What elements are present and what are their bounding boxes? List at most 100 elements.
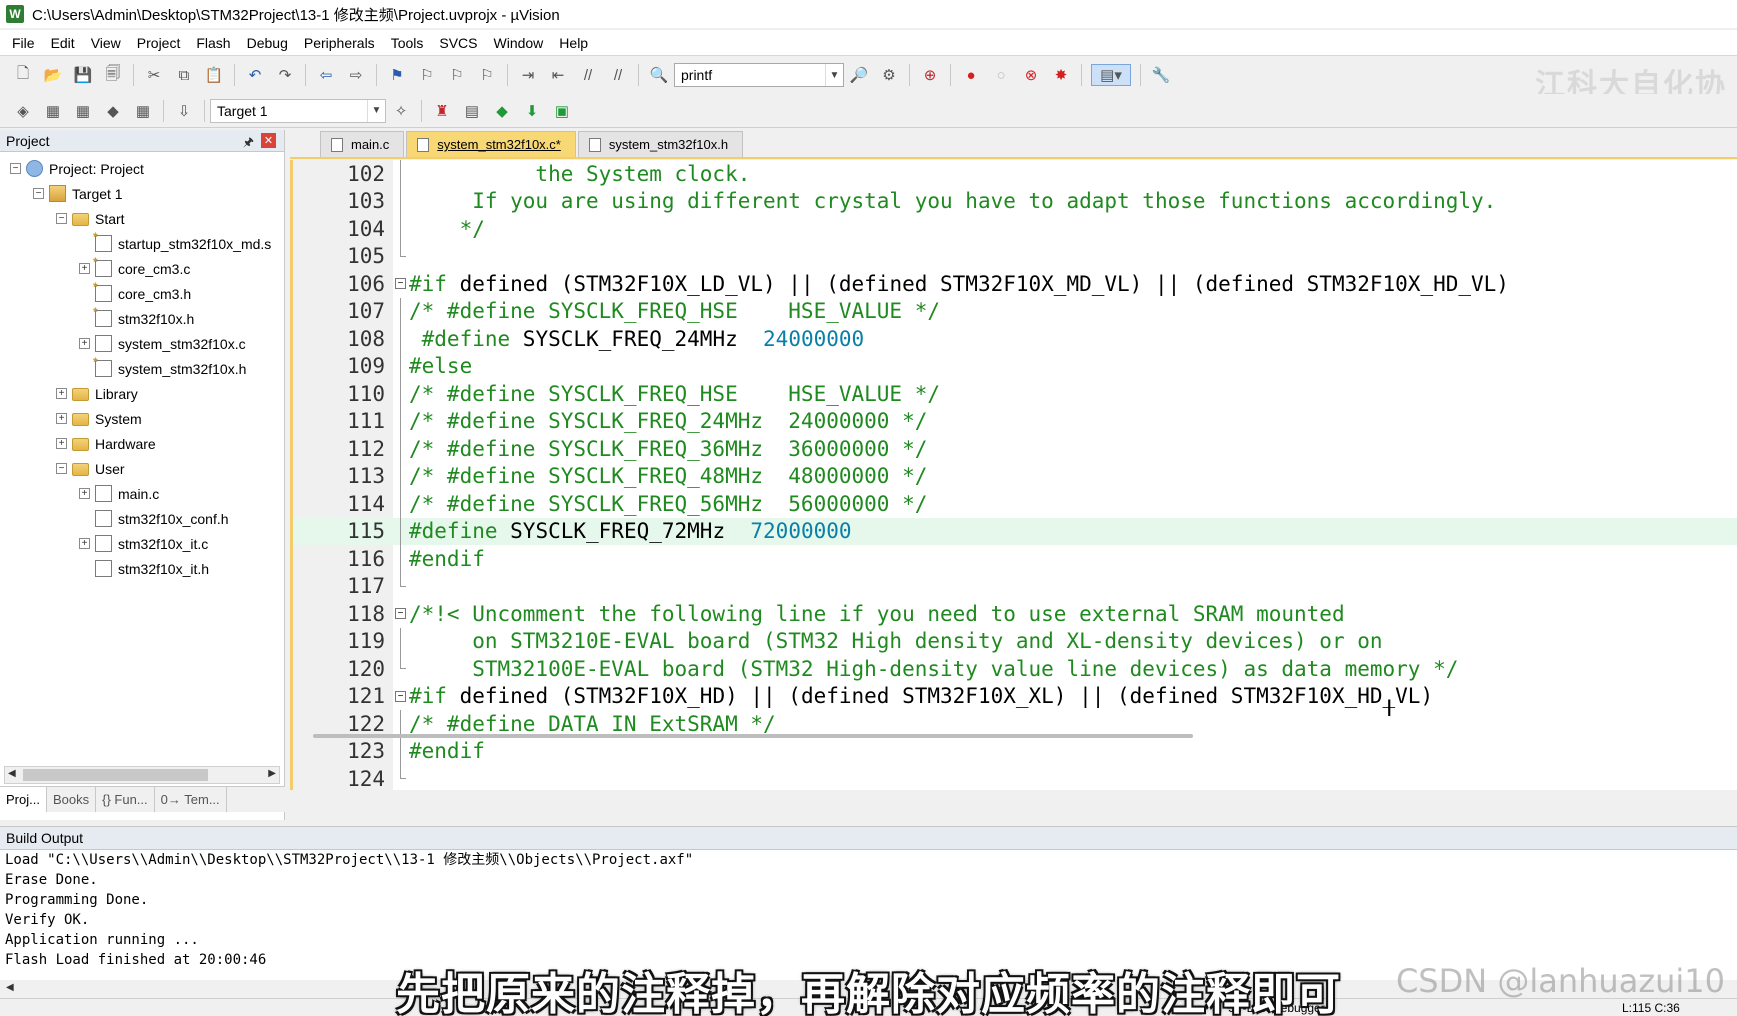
- pack-installer-icon[interactable]: ⬇: [521, 100, 543, 122]
- new-file-icon[interactable]: 🗋: [12, 64, 34, 86]
- code-line[interactable]: 111 /* #define SYSCLK_FREQ_24MHz 24000000…: [293, 407, 1737, 435]
- copy-icon[interactable]: ⧉: [173, 64, 195, 86]
- tree-item[interactable]: + stm32f10x_it.c: [0, 531, 284, 556]
- manage-components-icon[interactable]: ♜: [431, 100, 453, 122]
- tab-books[interactable]: Books: [47, 787, 97, 812]
- tree-item[interactable]: core_cm3.h: [0, 280, 284, 306]
- project-horizontal-scrollbar[interactable]: ◀ ▶: [4, 766, 280, 784]
- expand-collapse-icon[interactable]: −: [56, 463, 67, 474]
- menu-window[interactable]: Window: [486, 35, 552, 51]
- indent-icon[interactable]: ⇥: [517, 64, 539, 86]
- fold-marker[interactable]: −: [393, 683, 407, 711]
- tab-system-stm32f10x-c[interactable]: system_stm32f10x.c*: [406, 131, 576, 157]
- scrollbar-thumb[interactable]: [23, 769, 208, 781]
- rebuild-icon[interactable]: ▦: [72, 100, 94, 122]
- incremental-find-icon[interactable]: ⚙: [878, 64, 900, 86]
- pin-icon[interactable]: 🖈: [243, 133, 254, 154]
- tab-project[interactable]: Proj...: [0, 787, 47, 812]
- tree-item[interactable]: + system_stm32f10x.c: [0, 331, 284, 356]
- tree-item[interactable]: − Start: [0, 206, 284, 231]
- tree-item[interactable]: + Library: [0, 381, 284, 406]
- chevron-down-icon[interactable]: ▼: [367, 99, 385, 122]
- target-combo[interactable]: Target 1 ▼: [210, 98, 386, 123]
- uncomment-icon[interactable]: //: [607, 64, 629, 86]
- tab-templates[interactable]: 0→ Tem...: [155, 787, 227, 812]
- redo-icon[interactable]: ↷: [274, 64, 296, 86]
- stop-build-icon[interactable]: ▦: [132, 100, 154, 122]
- disable-breakpoints-icon[interactable]: ⊗: [1020, 64, 1042, 86]
- code-line[interactable]: 108 #define SYSCLK_FREQ_24MHz 24000000: [293, 325, 1737, 353]
- code-line[interactable]: 115 #define SYSCLK_FREQ_72MHz 72000000: [293, 517, 1737, 545]
- expand-collapse-icon[interactable]: −: [56, 213, 67, 224]
- fold-marker[interactable]: −: [393, 270, 407, 298]
- configure-icon[interactable]: 🔧: [1150, 64, 1172, 86]
- next-bookmark-icon[interactable]: ⚐: [446, 64, 468, 86]
- code-editor[interactable]: 102 the System clock. 103 If you are usin…: [290, 160, 1737, 793]
- expand-collapse-icon[interactable]: −: [33, 188, 44, 199]
- code-line[interactable]: 123 #endif: [293, 737, 1737, 765]
- tab-functions[interactable]: {} Fun...: [96, 787, 155, 812]
- expand-collapse-icon[interactable]: +: [56, 438, 67, 449]
- tree-item[interactable]: + System: [0, 406, 284, 431]
- run-time-environment-icon[interactable]: ▣: [551, 100, 573, 122]
- tree-item[interactable]: + Hardware: [0, 431, 284, 456]
- scroll-right-icon[interactable]: ▶: [268, 768, 276, 779]
- code-line[interactable]: 107 /* #define SYSCLK_FREQ_HSE HSE_VALUE …: [293, 297, 1737, 325]
- window-layout-icon[interactable]: ▤▾: [1091, 64, 1131, 86]
- tab-main-c[interactable]: main.c: [320, 131, 405, 157]
- code-line[interactable]: 104 */: [293, 215, 1737, 243]
- code-line[interactable]: 124: [293, 765, 1737, 793]
- code-line[interactable]: 110 /* #define SYSCLK_FREQ_HSE HSE_VALUE …: [293, 380, 1737, 408]
- batch-build-icon[interactable]: ◆: [102, 100, 124, 122]
- expand-collapse-icon[interactable]: +: [79, 538, 90, 549]
- code-line[interactable]: 114 /* #define SYSCLK_FREQ_56MHz 56000000…: [293, 490, 1737, 518]
- tree-item[interactable]: + core_cm3.c: [0, 255, 284, 281]
- find-in-files-icon[interactable]: 🔍: [648, 64, 670, 86]
- manage-project-items-icon[interactable]: ▤: [461, 100, 483, 122]
- cut-icon[interactable]: ✂: [143, 64, 165, 86]
- undo-icon[interactable]: ↶: [244, 64, 266, 86]
- code-line[interactable]: 102 the System clock.: [293, 160, 1737, 188]
- collapse-icon[interactable]: −: [395, 608, 406, 619]
- tree-item[interactable]: − Project: Project: [0, 156, 284, 181]
- expand-collapse-icon[interactable]: +: [56, 413, 67, 424]
- code-line[interactable]: 105: [293, 242, 1737, 271]
- tree-item[interactable]: system_stm32f10x.h: [0, 355, 284, 381]
- expand-collapse-icon[interactable]: +: [79, 263, 90, 274]
- find-icon[interactable]: 🔎: [848, 64, 870, 86]
- open-file-icon[interactable]: 📂: [42, 64, 64, 86]
- code-line[interactable]: 118−/*!< Uncomment the following line if…: [293, 600, 1737, 628]
- menu-help[interactable]: Help: [551, 35, 596, 51]
- tree-item[interactable]: − User: [0, 456, 284, 481]
- paste-icon[interactable]: 📋: [203, 64, 225, 86]
- navigate-back-icon[interactable]: ⇦: [315, 64, 337, 86]
- scroll-left-icon[interactable]: ◀: [8, 768, 16, 779]
- chevron-down-icon[interactable]: ▼: [825, 64, 843, 86]
- expand-collapse-icon[interactable]: −: [10, 163, 21, 174]
- download-load-icon[interactable]: ⇩: [173, 100, 195, 122]
- menu-debug[interactable]: Debug: [239, 35, 296, 51]
- target-options-icon[interactable]: ✧: [390, 100, 412, 122]
- tree-item[interactable]: stm32f10x_conf.h: [0, 506, 284, 531]
- bookmark-icon[interactable]: ⚑: [386, 64, 408, 86]
- enable-breakpoint-icon[interactable]: ○: [990, 64, 1012, 86]
- tree-item[interactable]: startup_stm32f10x_md.s: [0, 230, 284, 256]
- code-line[interactable]: 113 /* #define SYSCLK_FREQ_48MHz 48000000…: [293, 462, 1737, 490]
- menu-svcs[interactable]: SVCS: [431, 35, 485, 51]
- kill-breakpoints-icon[interactable]: ✸: [1050, 64, 1072, 86]
- code-line[interactable]: 120 STM32100E-EVAL board (STM32 High-den…: [293, 655, 1737, 683]
- expand-collapse-icon[interactable]: +: [79, 338, 90, 349]
- code-line[interactable]: 117: [293, 572, 1737, 601]
- tab-system-stm32f10x-h[interactable]: system_stm32f10x.h: [577, 131, 744, 157]
- menu-tools[interactable]: Tools: [383, 35, 432, 51]
- collapse-icon[interactable]: −: [395, 278, 406, 289]
- collapse-icon[interactable]: −: [395, 690, 406, 702]
- code-line[interactable]: 119 on STM3210E-EVAL board (STM32 High d…: [293, 627, 1737, 655]
- debug-session-icon[interactable]: ⊕: [919, 64, 941, 86]
- menu-view[interactable]: View: [83, 35, 129, 51]
- code-line[interactable]: 109 #else: [293, 352, 1737, 380]
- fold-marker[interactable]: −: [393, 600, 407, 628]
- save-all-icon[interactable]: 🗐: [102, 64, 124, 86]
- code-line[interactable]: 121− #if defined (STM32F10X_HD) || (defin…: [293, 683, 1737, 711]
- menu-project[interactable]: Project: [129, 35, 189, 51]
